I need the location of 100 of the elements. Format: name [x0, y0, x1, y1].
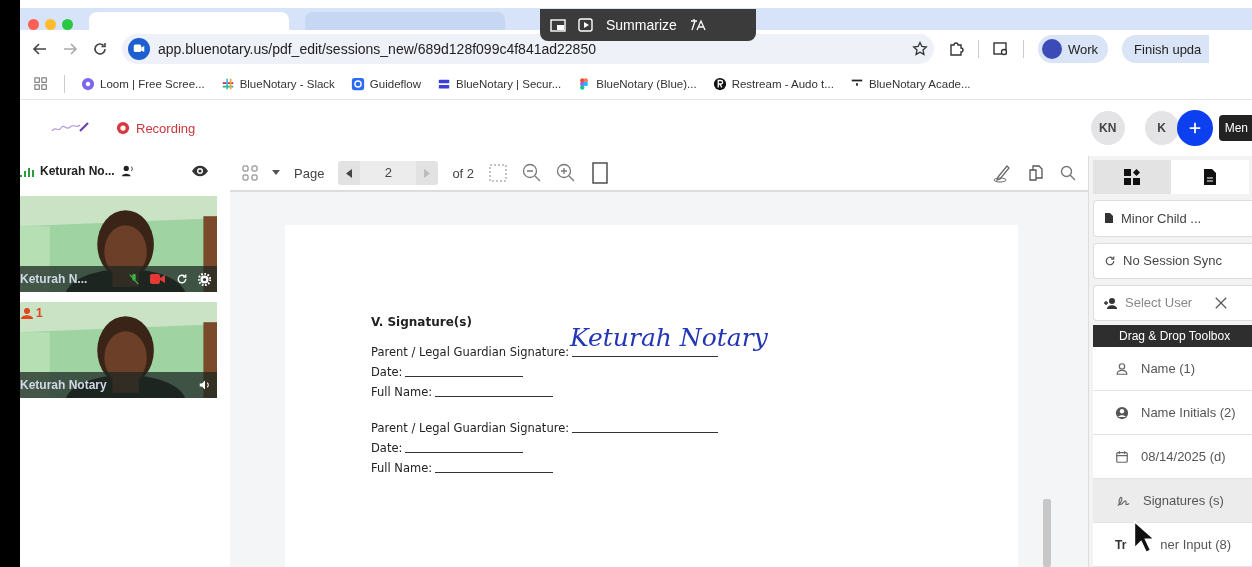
update-button[interactable]: Finish upda — [1122, 35, 1210, 63]
toolbox-item[interactable]: Name (1) — [1093, 347, 1252, 391]
file-icon — [1104, 212, 1114, 225]
participant-count: 1 — [20, 306, 43, 320]
plus-icon — [1187, 121, 1202, 135]
caret-icon — [272, 170, 280, 176]
document-icon — [1203, 168, 1217, 187]
field-label: Parent / Legal Guardian Signature: — [371, 421, 570, 435]
circle-logo-icon — [712, 76, 727, 91]
toolbox-title: Drag & Drop Toolbox — [1093, 325, 1252, 347]
add-button[interactable] — [1176, 110, 1213, 146]
sync-icon — [1104, 254, 1116, 267]
toolbox-item[interactable]: Signatures (s) — [1093, 479, 1252, 523]
back-icon — [32, 41, 48, 57]
record-icon — [116, 121, 130, 135]
signal-bars-icon — [20, 165, 34, 177]
user-search-input[interactable]: Select User — [1125, 295, 1207, 311]
video-camera-icon — [150, 273, 166, 285]
toolbox-item[interactable]: Tr ner Input (8) — [1093, 523, 1252, 567]
speaking-user-icon — [120, 164, 135, 178]
camera-icon — [132, 43, 146, 55]
panel-tab[interactable] — [1093, 160, 1171, 195]
page-count: of 2 — [452, 165, 475, 181]
person-icon — [1115, 361, 1129, 376]
eye-icon — [191, 164, 209, 178]
fill-in-line[interactable] — [405, 376, 524, 377]
target-icon — [350, 76, 365, 91]
add-user-icon — [1104, 296, 1118, 309]
browser-tab[interactable] — [305, 12, 505, 30]
panel-tab[interactable] — [1171, 160, 1249, 195]
address-bar[interactable]: app.bluenotary.us/pdf_edit/sessions_new/689d128f099c4f841ad22850 — [122, 34, 934, 64]
window-controls-icon — [28, 19, 73, 30]
sunburst-icon — [81, 76, 95, 91]
forward-icon — [62, 41, 78, 57]
search-icon — [1060, 165, 1076, 181]
recording-indicator: Recording — [116, 120, 196, 136]
speaker-icon — [199, 379, 211, 391]
picture-in-picture-icon — [550, 17, 566, 33]
field-label: Full Name: — [371, 385, 433, 399]
page-label: Page — [294, 165, 325, 181]
play-sparkle-icon — [578, 17, 594, 33]
url-text: app.bluenotary.us/pdf_edit/sessions_new/689d128f099c4f841ad22850 — [158, 41, 597, 57]
right-triangle-icon — [424, 168, 431, 178]
page-number-field[interactable]: 2 — [360, 161, 417, 185]
user-avatar[interactable]: KN — [1090, 111, 1125, 145]
marquee-select-icon — [488, 163, 509, 183]
bookmark[interactable]: Loom | Free Scree... — [81, 76, 205, 91]
field-label: Full Name: — [371, 461, 433, 475]
copy-icon — [1026, 163, 1046, 183]
signature-text: Keturah Notary — [570, 323, 768, 352]
star-icon — [912, 41, 928, 57]
zoom-out-icon — [522, 163, 543, 183]
menu-tooltip: Men — [1218, 115, 1252, 141]
profile-button[interactable]: Work — [1038, 35, 1109, 63]
field-label: Date: — [371, 365, 403, 379]
toolbox-item[interactable]: 08/14/2025 (d) — [1093, 435, 1252, 479]
page-view-icon — [590, 162, 611, 184]
zoom-in-icon — [556, 163, 577, 183]
participant-name: Keturah No... — [40, 164, 115, 178]
translate-icon — [688, 17, 707, 33]
user-avatar[interactable]: K — [1144, 111, 1179, 145]
bookmark[interactable]: Restream - Audo t... — [712, 76, 834, 91]
bookmark[interactable]: BlueNotary (Blue)... — [577, 76, 697, 91]
close-icon — [1214, 295, 1228, 310]
apps-grid-icon — [34, 76, 48, 91]
pen-icon — [992, 163, 1012, 183]
fill-in-line[interactable] — [572, 432, 719, 433]
text-icon: Tr — [1115, 537, 1127, 552]
bookmark[interactable]: Guideflow — [350, 76, 421, 91]
participant-name: Keturah N... — [20, 272, 88, 286]
calendar-icon — [1115, 449, 1129, 464]
section-heading: V. Signature(s) — [371, 315, 473, 329]
fill-in-line[interactable] — [405, 452, 524, 453]
avatar-icon — [1042, 39, 1062, 59]
left-triangle-icon — [346, 168, 353, 178]
extension-icon — [948, 41, 964, 57]
browser-tab[interactable] — [89, 12, 289, 30]
widgets-icon — [1123, 168, 1141, 187]
participant-name: Keturah Notary — [20, 378, 107, 392]
refresh-icon — [176, 273, 188, 285]
user-circle-icon — [1115, 405, 1129, 420]
document-dropdown[interactable]: Minor Child ... — [1093, 200, 1252, 237]
fill-in-line[interactable] — [572, 356, 719, 357]
settings-icon — [198, 272, 211, 286]
summarize-button[interactable]: Summarize — [606, 17, 677, 33]
tab-search-icon — [993, 41, 1009, 57]
user-select-field[interactable]: Select User — [1093, 284, 1252, 321]
reload-icon — [92, 41, 108, 57]
thumbnails-icon — [242, 165, 258, 181]
scrollbar-thumb[interactable] — [1043, 499, 1051, 567]
fill-in-line[interactable] — [435, 396, 554, 397]
mouse-cursor-icon — [1133, 520, 1155, 554]
fill-in-line[interactable] — [435, 472, 554, 473]
bookmark[interactable]: BlueNotary | Secur... — [437, 76, 562, 91]
bookmark[interactable]: BlueNotary - Slack — [220, 76, 335, 91]
muted-mic-icon — [128, 272, 140, 286]
bookmark[interactable]: BlueNotary Acade... — [849, 76, 971, 91]
field-label: Date: — [371, 441, 403, 455]
toolbox-item[interactable]: Name Initials (2) — [1093, 391, 1252, 435]
sync-dropdown[interactable]: No Session Sync — [1093, 242, 1252, 279]
